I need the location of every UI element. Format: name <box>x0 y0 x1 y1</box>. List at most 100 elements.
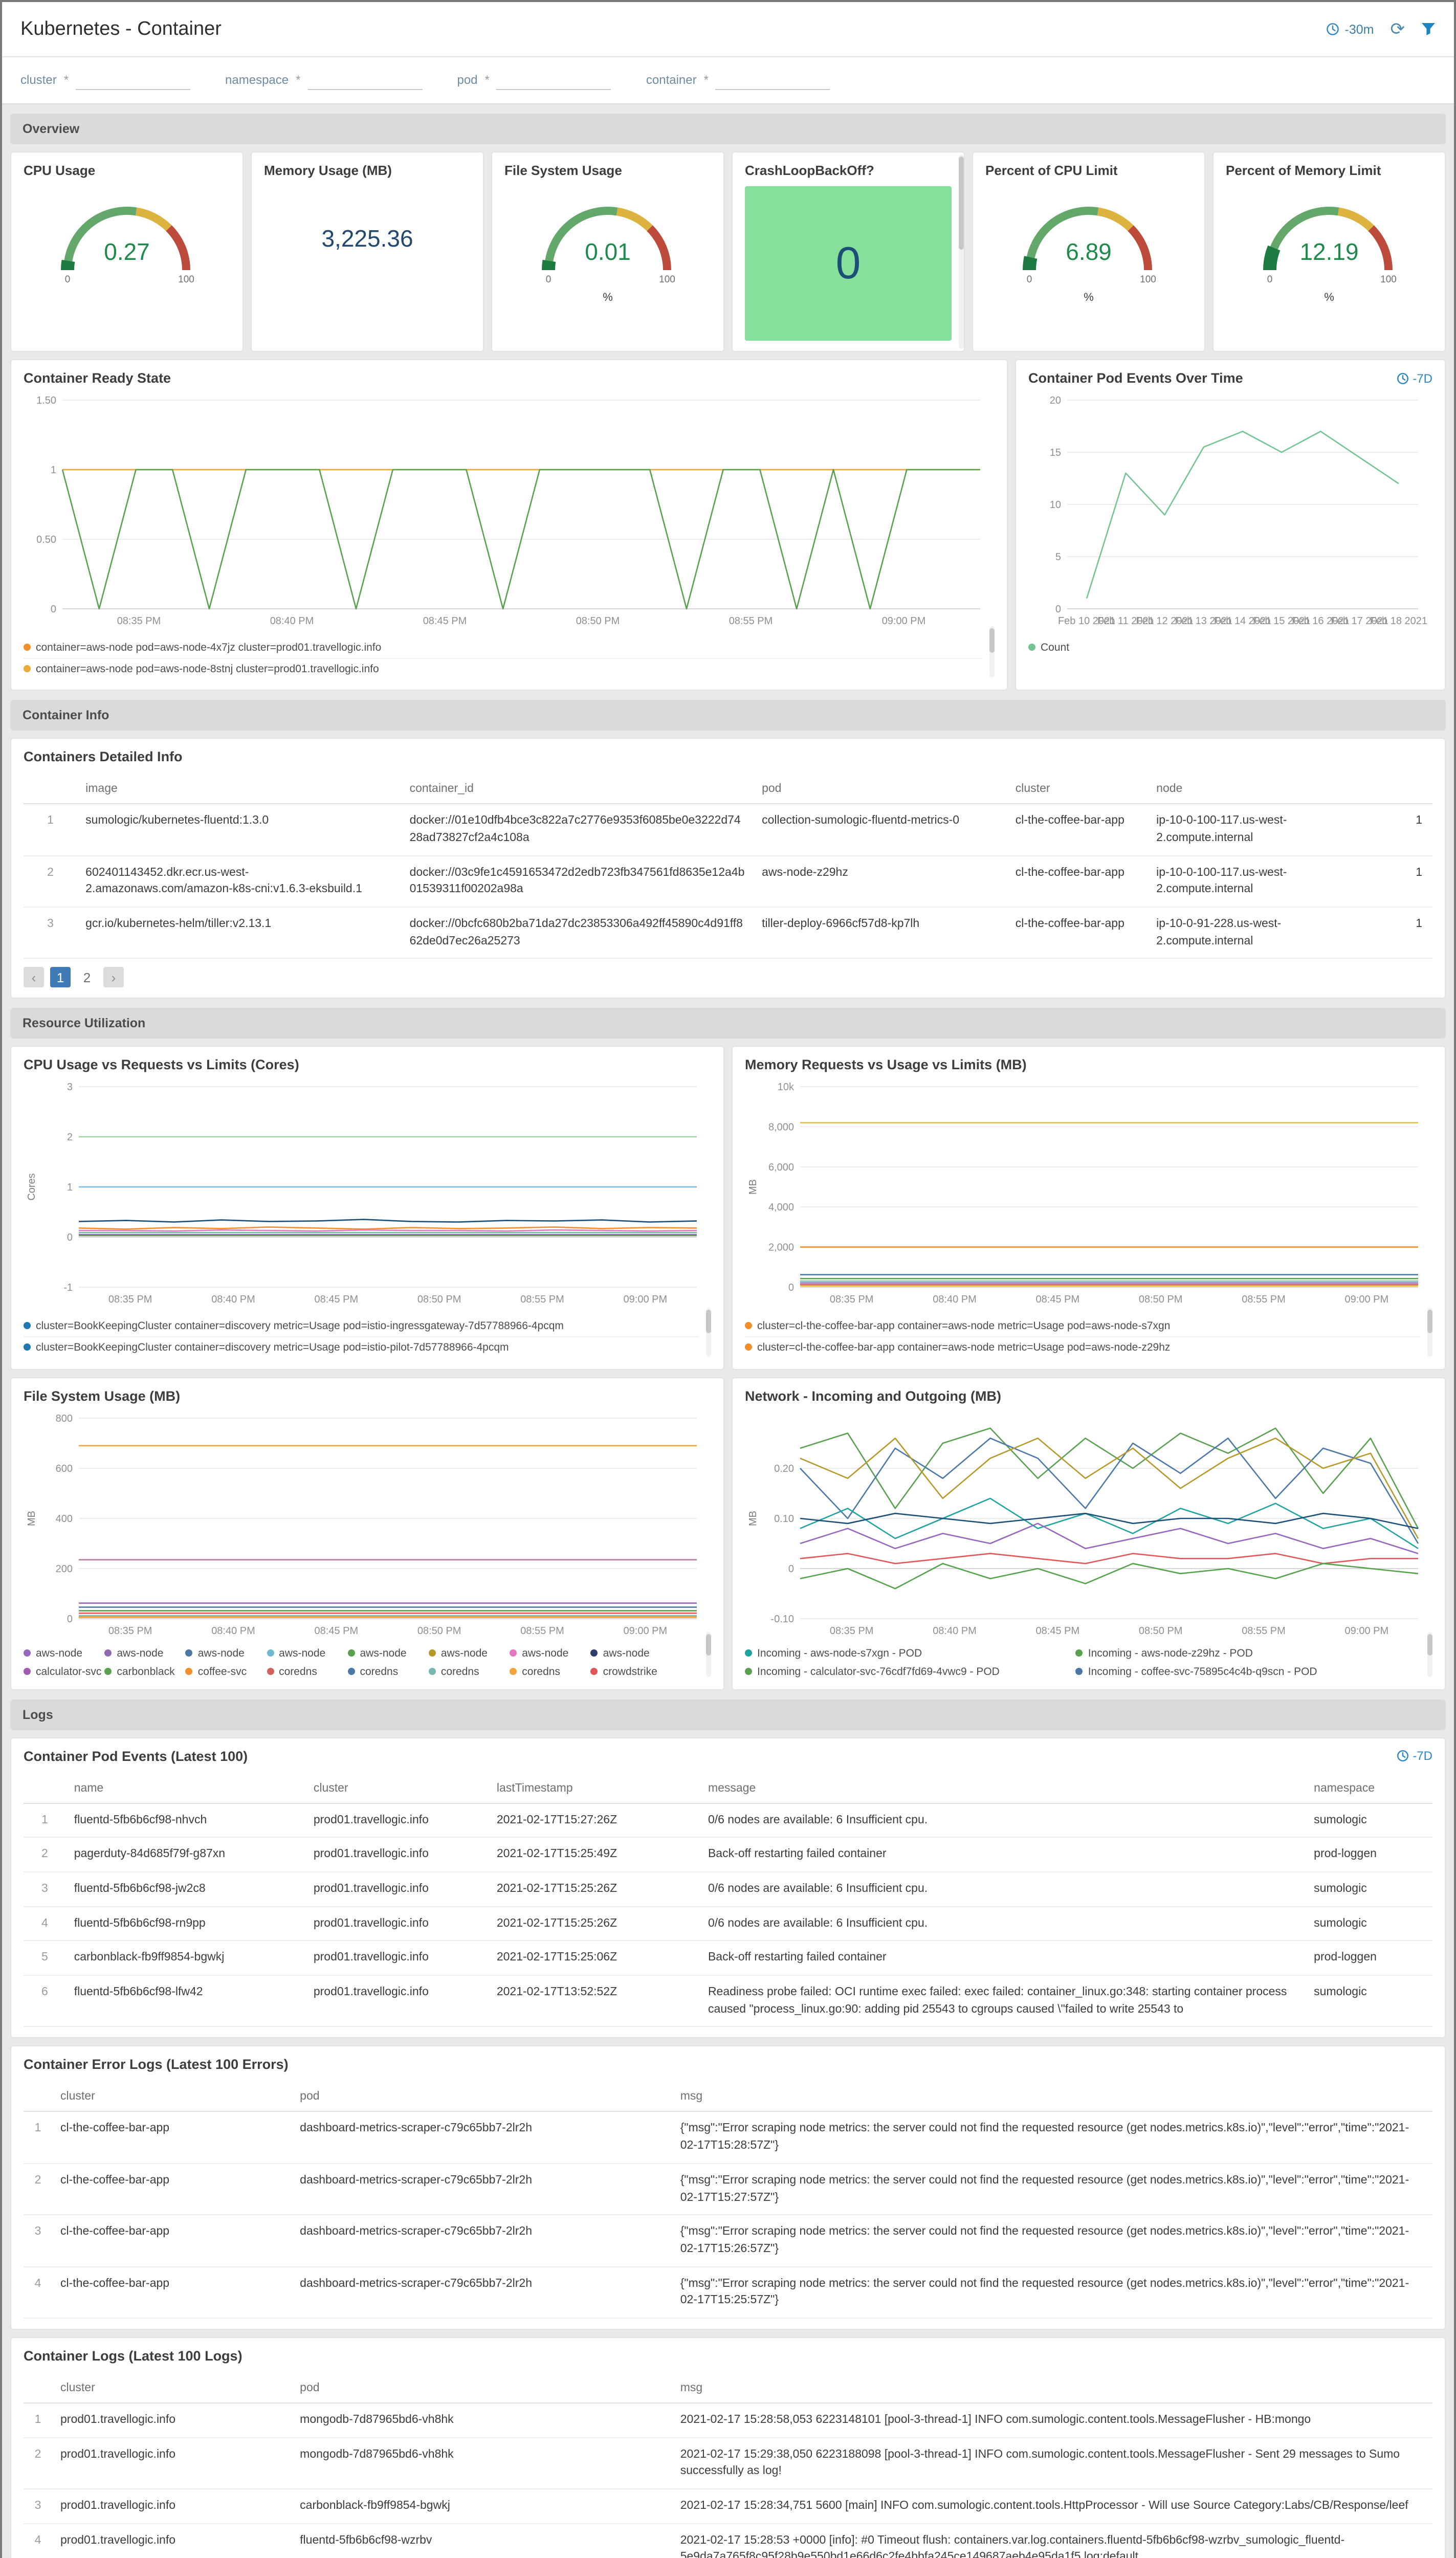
cpu-chart[interactable]: -1 0 1 2 3 08:35 PM 08:40 PM 08:45 PM 08:50 PM 08… <box>24 1077 711 1310</box>
file-system-chart[interactable]: 0 200 400 600 800 08:35 PM 08:40 PM 08:45 PM 08:… <box>24 1407 711 1641</box>
pagination-page-2[interactable]: 2 <box>77 967 97 988</box>
pagination-next[interactable]: › <box>103 967 124 988</box>
table-cell: {"msg":"Error scraping node metrics: the… <box>672 2215 1432 2267</box>
legend-item[interactable]: aws-node <box>24 1647 104 1660</box>
svg-text:08:50 PM: 08:50 PM <box>417 1294 461 1306</box>
panel-title: Container Pod Events (Latest 100) <box>24 1748 248 1764</box>
namespace-filter-input[interactable] <box>307 71 423 90</box>
network-chart[interactable]: -0.10 0 0.10 0.20 08:35 PM 08:40 PM 08:45 PM 08… <box>745 1407 1432 1641</box>
table-row[interactable]: 3 gcr.io/kubernetes-helm/tiller:v2.13.1 do… <box>24 907 1432 959</box>
legend-item[interactable]: carbonblack <box>104 1665 185 1679</box>
header-bar: Kubernetes - Container -30m ⟳ <box>2 2 1454 57</box>
svg-text:3: 3 <box>67 1082 73 1093</box>
time-range-control[interactable]: -30m <box>1327 22 1374 36</box>
legend-item[interactable]: aws-node <box>590 1647 672 1660</box>
table-row[interactable]: 3 cl-the-coffee-bar-app dashboard-metrics-… <box>24 2215 1432 2267</box>
table-cell: 2021-02-17T15:25:26Z <box>488 1872 700 1907</box>
svg-text:0: 0 <box>788 1563 794 1574</box>
legend-item[interactable]: Incoming - coffee-svc-75895c4c4b-q9scn -… <box>1075 1665 1407 1679</box>
legend-item[interactable]: coffee-svc <box>185 1665 267 1679</box>
table-cell: dashboard-metrics-scraper-c79c65bb7-2lr2… <box>292 2111 672 2164</box>
percent-memory-limit-gauge[interactable]: 12.19 0 100 <box>1247 188 1411 290</box>
table-row[interactable]: 1 fluentd-5fb6b6cf98-nhvch prod01.travello… <box>24 1803 1432 1838</box>
row-index: 1 <box>24 804 78 856</box>
table-row[interactable]: 4 cl-the-coffee-bar-app dashboard-metrics-… <box>24 2266 1432 2319</box>
crashloopbackoff-indicator[interactable]: 0 <box>745 186 952 341</box>
panel-time-range[interactable]: -7D <box>1396 1749 1432 1763</box>
pod-events-chart[interactable]: 0 5 10 15 20 Feb 10 2021 Feb 11 2021 Feb 12 202… <box>1028 390 1432 631</box>
legend-item[interactable]: coredns <box>267 1665 347 1679</box>
table-row[interactable]: 2 pagerduty-84d685f79f-g87xn prod01.travel… <box>24 1837 1432 1873</box>
table-row[interactable]: 6 fluentd-5fb6b6cf98-lfw42 prod01.travello… <box>24 1975 1432 2027</box>
legend-item[interactable]: container=aws-node pod=aws-node-4x7jz cl… <box>24 637 982 658</box>
legend-item[interactable]: calculator-svc <box>24 1665 104 1679</box>
required-asterisk: * <box>703 73 709 87</box>
legend-item[interactable]: crowdstrike <box>590 1665 672 1679</box>
series-line <box>79 1229 697 1232</box>
legend-item[interactable]: aws-node <box>104 1647 185 1660</box>
legend-item[interactable]: cluster=BookKeepingCluster container=dis… <box>24 1316 699 1337</box>
table-row[interactable]: 5 carbonblack-fb9ff9854-bgwkj prod01.trave… <box>24 1940 1432 1976</box>
legend-item[interactable]: Incoming - calculator-svc-76cdf7fd69-4vw… <box>745 1665 1076 1679</box>
refresh-icon[interactable]: ⟳ <box>1391 20 1405 38</box>
scrollbar[interactable] <box>706 1307 711 1357</box>
legend-item[interactable]: aws-node <box>267 1647 347 1660</box>
legend-item[interactable]: aws-node <box>510 1647 590 1660</box>
legend-item[interactable]: cluster=cl-the-coffee-bar-app container=… <box>745 1336 1420 1358</box>
table-row[interactable]: 4 fluentd-5fb6b6cf98-rn9pp prod01.travello… <box>24 1906 1432 1942</box>
legend-item[interactable]: aws-node <box>347 1647 429 1660</box>
svg-text:08:50 PM: 08:50 PM <box>417 1625 461 1636</box>
column-header: msg <box>672 2373 1432 2403</box>
scrollbar[interactable] <box>1427 1631 1432 1677</box>
scrollbar[interactable] <box>706 1631 711 1677</box>
table-cell: tiller-deploy-6966cf57d8-kp7lh <box>754 907 1007 959</box>
legend-dot <box>267 1649 274 1657</box>
panel-time-range[interactable]: -7D <box>1396 371 1432 385</box>
legend-item[interactable]: aws-node <box>428 1647 510 1660</box>
table-row[interactable]: 3 fluentd-5fb6b6cf98-jw2c8 prod01.travello… <box>24 1872 1432 1907</box>
legend-item[interactable]: coredns <box>510 1665 590 1679</box>
container-filter-input[interactable] <box>715 71 830 90</box>
legend-item[interactable]: container=aws-node pod=aws-node-8stnj cl… <box>24 658 982 679</box>
legend-item[interactable]: Incoming - aws-node-s7xgn - POD <box>745 1647 1076 1660</box>
legend-item[interactable]: cluster=cl-the-coffee-bar-app container=… <box>745 1316 1420 1337</box>
header-controls: -30m ⟳ <box>1327 20 1436 38</box>
percent-cpu-limit-gauge[interactable]: 6.89 0 100 <box>1007 188 1171 290</box>
file-system-gauge[interactable]: 0.01 0 100 <box>526 188 690 290</box>
legend-item[interactable]: aws-node <box>185 1647 267 1660</box>
pagination-prev[interactable]: ‹ <box>24 967 44 988</box>
column-header: lastTimestamp <box>488 1774 700 1804</box>
filter-icon[interactable] <box>1421 23 1436 36</box>
table-row[interactable]: 1 cl-the-coffee-bar-app dashboard-metrics-… <box>24 2111 1432 2164</box>
legend-item[interactable]: Count <box>1028 637 1420 658</box>
table-cell: aws-node-z29hz <box>754 855 1007 908</box>
legend-item[interactable]: cluster=BookKeepingCluster container=dis… <box>24 1336 699 1358</box>
gauge-unit: % <box>1084 292 1094 304</box>
table-row[interactable]: 2 cl-the-coffee-bar-app dashboard-metrics-… <box>24 2163 1432 2216</box>
legend-item[interactable]: Incoming - aws-node-z29hz - POD <box>1075 1647 1407 1660</box>
pod-filter-input[interactable] <box>496 71 611 90</box>
cpu-usage-gauge[interactable]: 0.27 0 100 <box>45 188 209 290</box>
row-index: 6 <box>24 1975 66 2027</box>
card-cpu-usage: CPU Usage 0.27 0 100 <box>10 151 244 352</box>
scrollbar[interactable] <box>989 626 995 678</box>
table-row[interactable]: 2 prod01.travellogic.info mongodb-7d87965b… <box>24 2437 1432 2489</box>
column-header: cluster <box>52 2082 292 2112</box>
table-cell: {"msg":"Error scraping node metrics: the… <box>672 2111 1432 2164</box>
pagination-page-1[interactable]: 1 <box>50 967 71 988</box>
scrollbar[interactable] <box>1427 1307 1432 1357</box>
row-index: 1 <box>24 2402 52 2438</box>
table-row[interactable]: 1 prod01.travellogic.info mongodb-7d87965b… <box>24 2402 1432 2438</box>
table-row[interactable]: 4 prod01.travellogic.info fluentd-5fb6b6cf… <box>24 2523 1432 2558</box>
legend-item[interactable]: coredns <box>428 1665 510 1679</box>
ready-state-chart[interactable]: 0 0.50 1 1.50 08:35 PM 08:40 PM 08:45 PM 08:50 … <box>24 390 995 631</box>
scrollbar[interactable] <box>959 155 964 349</box>
legend-item[interactable]: coredns <box>347 1665 429 1679</box>
table-row[interactable]: 1 sumologic/kubernetes-fluentd:1.3.0 docke… <box>24 804 1432 856</box>
svg-text:1.50: 1.50 <box>36 395 56 406</box>
memory-chart[interactable]: 0 2,000 4,000 6,000 8,000 10k 08:35 PM 08:40 PM… <box>745 1077 1432 1310</box>
table-row[interactable]: 2 602401143452.dkr.ecr.us-west-2.amazonaw… <box>24 855 1432 908</box>
table-row[interactable]: 3 prod01.travellogic.info carbonblack-fb9f… <box>24 2488 1432 2524</box>
svg-text:0.01: 0.01 <box>585 238 631 265</box>
cluster-filter-input[interactable] <box>76 71 191 90</box>
